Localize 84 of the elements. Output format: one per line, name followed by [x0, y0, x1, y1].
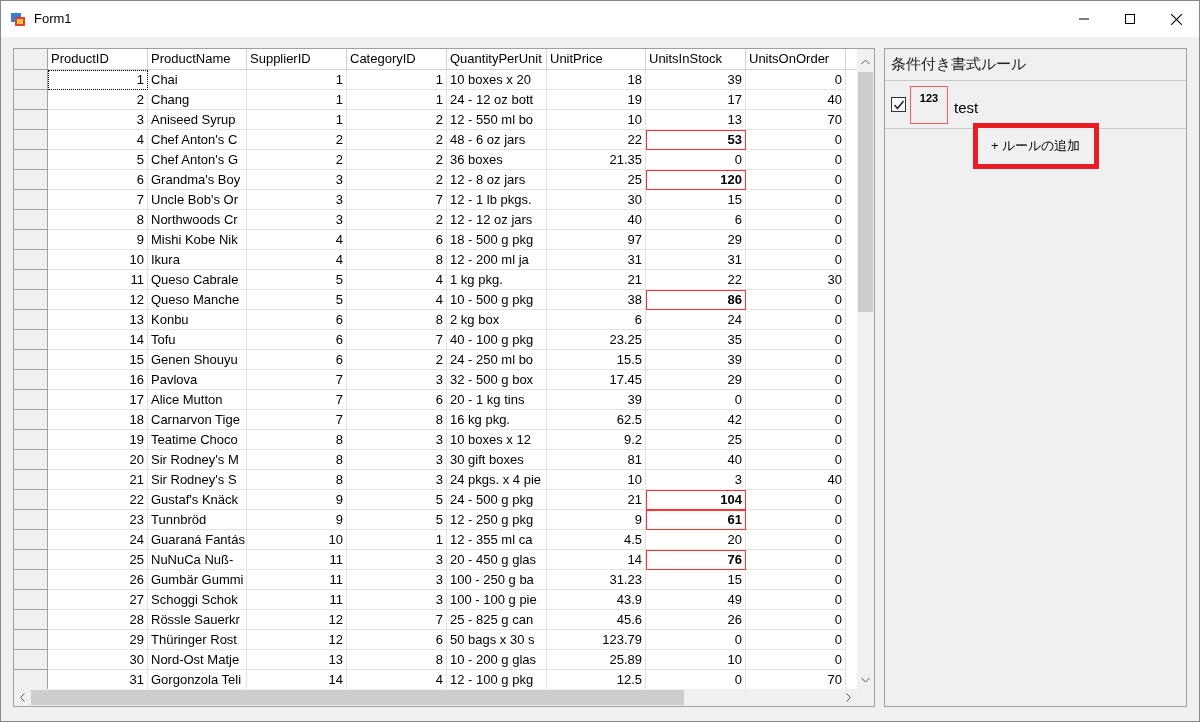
row-header[interactable] — [14, 230, 48, 250]
table-cell: 104 — [646, 490, 746, 510]
row-header[interactable] — [14, 290, 48, 310]
row-header[interactable] — [14, 410, 48, 430]
table-row[interactable]: 19 Teatime Choco 8 3 10 boxes x 12 9.2 25 0 — [14, 430, 857, 450]
table-row[interactable]: 3 Aniseed Syrup 1 2 12 - 550 ml bo 10 13 70 — [14, 110, 857, 130]
row-header[interactable] — [14, 130, 48, 150]
row-header[interactable] — [14, 590, 48, 610]
row-header[interactable] — [14, 150, 48, 170]
scrollbar-thumb[interactable] — [858, 72, 873, 312]
table-cell: 20 — [646, 530, 746, 550]
rule-checkbox[interactable] — [891, 97, 906, 112]
table-row[interactable]: 16 Pavlova 7 3 32 - 500 g box 17.45 29 0 — [14, 370, 857, 390]
row-header[interactable] — [14, 90, 48, 110]
table-row[interactable]: 1 Chai 1 1 10 boxes x 20 18 39 0 — [14, 70, 857, 90]
row-header[interactable] — [14, 270, 48, 290]
row-header[interactable] — [14, 550, 48, 570]
table-row[interactable]: 28 Rössle Sauerkr 12 7 25 - 825 g can 45.6 26 0 — [14, 610, 857, 630]
table-row[interactable]: 23 Tunnbröd 9 5 12 - 250 g pkg 9 61 0 — [14, 510, 857, 530]
table-row[interactable]: 20 Sir Rodney's M 8 3 30 gift boxes 81 40 0 — [14, 450, 857, 470]
row-header[interactable] — [14, 330, 48, 350]
table-row[interactable]: 21 Sir Rodney's S 8 3 24 pkgs. x 4 pie 10 3 40 — [14, 470, 857, 490]
table-row[interactable]: 8 Northwoods Cr 3 2 12 - 12 oz jars 40 6 0 — [14, 210, 857, 230]
row-header[interactable] — [14, 530, 48, 550]
row-header[interactable] — [14, 610, 48, 630]
row-header[interactable] — [14, 310, 48, 330]
table-cell: 76 — [646, 550, 746, 570]
row-header[interactable] — [14, 70, 48, 90]
table-row[interactable]: 12 Queso Manche 5 4 10 - 500 g pkg 38 86 0 — [14, 290, 857, 310]
table-row[interactable]: 15 Genen Shouyu 6 2 24 - 250 ml bo 15.5 39 0 — [14, 350, 857, 370]
table-cell: 0 — [646, 150, 746, 170]
format-preview: 123 — [910, 85, 948, 124]
table-cell: 53 — [646, 130, 746, 150]
row-header[interactable] — [14, 490, 48, 510]
table-row[interactable]: 17 Alice Mutton 7 6 20 - 1 kg tins 39 0 0 — [14, 390, 857, 410]
table-row[interactable]: 30 Nord-Ost Matje 13 8 10 - 200 g glas 25.89 10 0 — [14, 650, 857, 670]
table-row[interactable]: 9 Mishi Kobe Nik 4 6 18 - 500 g pkg 97 29 0 — [14, 230, 857, 250]
row-header[interactable] — [14, 450, 48, 470]
table-row[interactable]: 6 Grandma's Boy 3 2 12 - 8 oz jars 25 120 0 — [14, 170, 857, 190]
table-cell: 61 — [646, 510, 746, 530]
row-header[interactable] — [14, 650, 48, 670]
table-row[interactable]: 26 Gumbär Gummi 11 3 100 - 250 g ba 31.23 15 0 — [14, 570, 857, 590]
row-header[interactable] — [14, 430, 48, 450]
table-cell: 3 — [646, 470, 746, 490]
add-rule-button[interactable]: + ルールの追加 — [972, 123, 1099, 169]
table-row[interactable]: 14 Tofu 6 7 40 - 100 g pkg 23.25 35 0 — [14, 330, 857, 350]
table-row[interactable]: 5 Chef Anton's G 2 2 36 boxes 21.35 0 0 — [14, 150, 857, 170]
rule-name: test — [954, 98, 979, 119]
table-row[interactable]: 27 Schoggi Schok 11 3 100 - 100 g pie 43.9 49 0 — [14, 590, 857, 610]
row-header[interactable] — [14, 630, 48, 650]
close-icon — [1170, 13, 1182, 25]
row-header[interactable] — [14, 350, 48, 370]
row-header[interactable] — [14, 110, 48, 130]
table-row[interactable]: 10 Ikura 4 8 12 - 200 ml ja 31 31 0 — [14, 250, 857, 270]
check-icon — [892, 98, 905, 111]
table-cell: 86 — [646, 290, 746, 310]
table-row[interactable]: 25 NuNuCa Nuß- 11 3 20 - 450 g glas 14 76 0 — [14, 550, 857, 570]
row-header[interactable] — [14, 370, 48, 390]
table-row[interactable]: 7 Uncle Bob's Or 3 7 12 - 1 lb pkgs. 30 15 0 — [14, 190, 857, 210]
table-cell: 22 — [646, 270, 746, 290]
maximize-icon — [1125, 14, 1135, 24]
row-header[interactable] — [14, 570, 48, 590]
table-row[interactable]: 22 Gustaf's Knäck 9 5 24 - 500 g pkg 21 104 0 — [14, 490, 857, 510]
panel-title: 条件付き書式ルール — [891, 54, 1026, 75]
table-row[interactable]: 13 Konbu 6 8 2 kg box 6 24 0 — [14, 310, 857, 330]
row-header[interactable] — [14, 510, 48, 530]
row-header[interactable] — [14, 170, 48, 190]
table-row[interactable]: 2 Chang 1 1 24 - 12 oz bott 19 17 40 — [14, 90, 857, 110]
window-title: Form1 — [34, 10, 72, 29]
table-row[interactable]: 29 Thüringer Rost 12 6 50 bags x 30 s 123.79 0 0 — [14, 630, 857, 650]
row-header[interactable] — [14, 470, 48, 490]
row-header[interactable] — [14, 210, 48, 230]
table-row[interactable]: 24 Guaraná Fantás 10 1 12 - 355 ml ca 4.5 20 0 — [14, 530, 857, 550]
app-icon — [10, 11, 26, 27]
table-row[interactable]: 18 Carnarvon Tige 7 8 16 kg pkg. 62.5 42 0 — [14, 410, 857, 430]
table-cell: 120 — [646, 170, 746, 190]
table-row[interactable]: 31 Gorgonzola Teli 14 4 12 - 100 g pkg 12.5 0 70 — [14, 670, 857, 689]
table-row[interactable]: 11 Queso Cabrale 5 4 1 kg pkg. 21 22 30 — [14, 270, 857, 290]
row-header[interactable] — [14, 190, 48, 210]
table-row[interactable]: 4 Chef Anton's C 2 2 48 - 6 oz jars 22 53 0 — [14, 130, 857, 150]
row-header[interactable] — [14, 390, 48, 410]
table-cell: 13 — [646, 110, 746, 130]
row-header[interactable] — [14, 250, 48, 270]
scrollbar-thumb[interactable] — [31, 690, 684, 705]
